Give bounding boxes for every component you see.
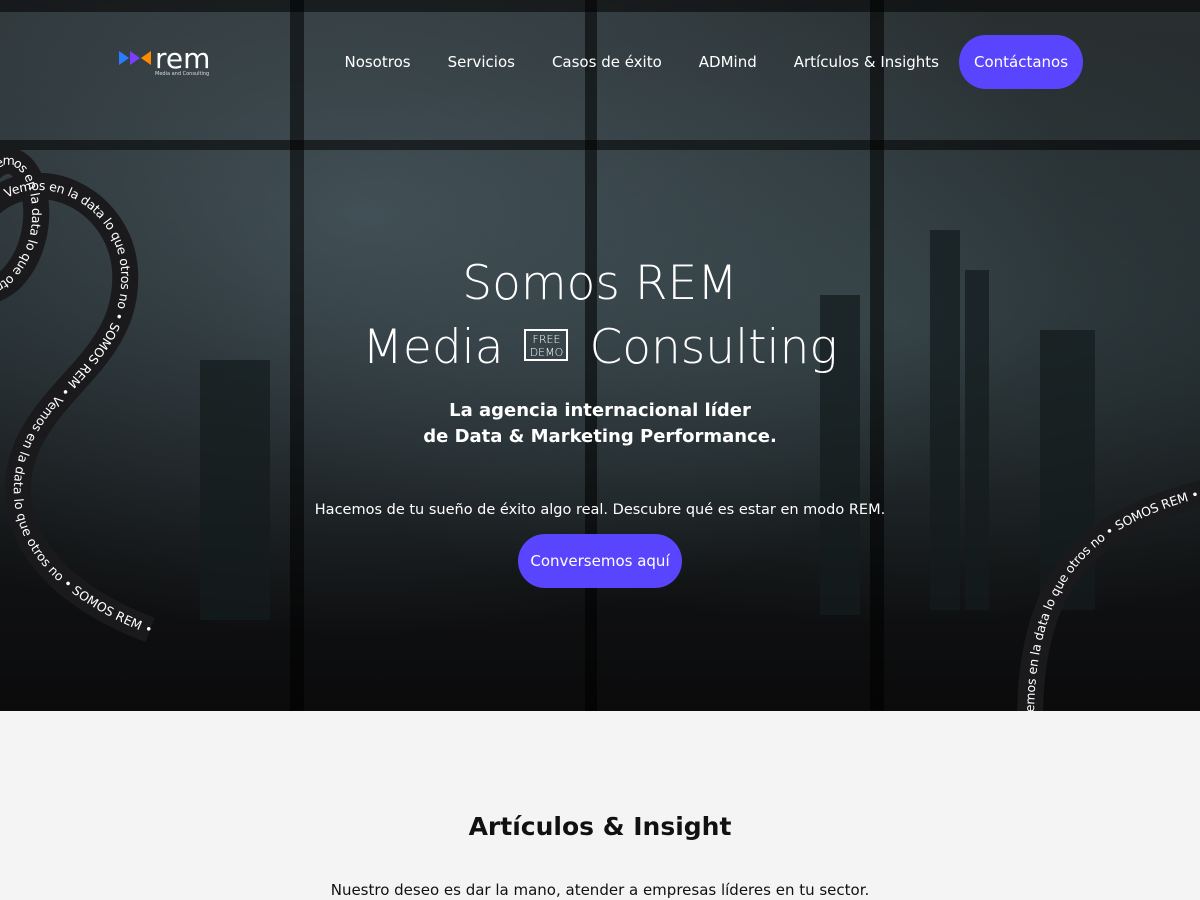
conversemos-button[interactable]: Conversemos aquí (518, 534, 682, 588)
logo-triangle-icon (119, 51, 129, 65)
logo-mark-icon (119, 51, 151, 65)
section-text: Nuestro deseo es dar la mano, atender a … (330, 881, 870, 899)
hero-title-line2: Media FREE DEMO Consulting (0, 316, 1200, 380)
hero-section: Vemos en la data lo que otros no • SOMOS… (0, 0, 1200, 711)
nav-item-nosotros[interactable]: Nosotros (344, 53, 410, 71)
hero-title: Somos REM Media FREE DEMO Consulting (0, 252, 1200, 380)
free-demo-badge: FREE DEMO (524, 328, 569, 361)
contact-button[interactable]: Contáctanos (959, 35, 1083, 89)
main-nav: Nosotros Servicios Casos de éxito ADMind… (307, 35, 1083, 89)
nav-item-casos-de-exito[interactable]: Casos de éxito (552, 53, 662, 71)
logo-triangle-icon (130, 51, 140, 65)
hero-title-line1: Somos REM (462, 256, 738, 311)
hero-subtitle-line2: de Data & Marketing Performance. (423, 426, 777, 447)
logo-tagline: Media and Consulting (155, 71, 210, 77)
logo-wordmark: rem (155, 42, 211, 75)
brand-logo[interactable]: rem Media and Consulting (119, 45, 210, 77)
hero-subtitle: La agencia internacional líder de Data &… (0, 398, 1200, 450)
hero-description: Hacemos de tu sueño de éxito algo real. … (314, 502, 886, 518)
logo-triangle-icon (141, 51, 151, 65)
hero-subtitle-line1: La agencia internacional líder (449, 400, 751, 421)
hero-title-consulting: Consulting (589, 320, 838, 375)
nav-item-servicios[interactable]: Servicios (448, 53, 515, 71)
articles-section: Artículos & Insight Nuestro deseo es dar… (0, 711, 1200, 900)
hero-title-media: Media (362, 320, 504, 375)
section-title: Artículos & Insight (468, 812, 732, 841)
nav-item-articulos-insights[interactable]: Artículos & Insights (794, 53, 939, 71)
nav-item-admind[interactable]: ADMind (699, 53, 757, 71)
free-demo-badge-bottom: DEMO (529, 345, 564, 359)
free-demo-badge-top: FREE (532, 332, 561, 346)
